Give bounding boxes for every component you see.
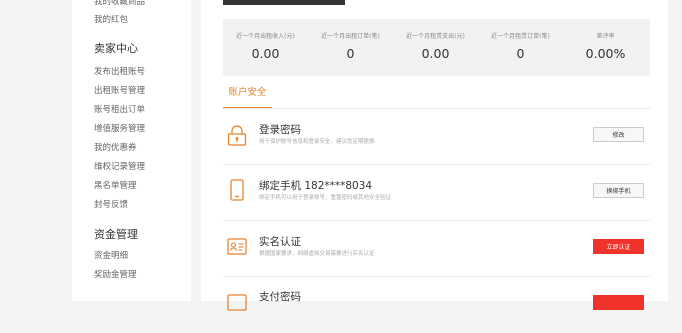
stat-label: 近一个月租赁订单(笔): [491, 33, 550, 40]
sidebar-item-rights-records[interactable]: 维权记录管理: [94, 161, 145, 173]
security-row-real-name: 实名认证 根据国家要求，网络虚拟交易需要进行实名认证 立即认证: [223, 221, 650, 277]
tab-account-security[interactable]: 账户安全: [223, 83, 272, 109]
row-title: 登录密码: [259, 124, 301, 136]
sidebar-heading-seller-center: 卖家中心: [94, 42, 138, 55]
stat-label: 差评率: [596, 33, 615, 40]
row-title: 绑定手机 182****8034: [259, 180, 373, 192]
sidebar-item-ban-feedback[interactable]: 封号反馈: [94, 199, 128, 211]
stat-label: 近一个月出租订单(笔): [321, 33, 380, 40]
sidebar-item-account-management[interactable]: 出租账号管理: [94, 85, 145, 97]
stat-value: 0.00: [421, 46, 450, 61]
stat-bad-review-rate: 差评率 0.00%: [563, 19, 648, 76]
payment-password-button[interactable]: [593, 295, 644, 310]
main-panel: 近一个月出租收入(元) 0.00 近一个月出租订单(笔) 0 近一个月租赁支出(…: [201, 0, 668, 311]
change-phone-button[interactable]: 换绑手机: [593, 183, 644, 198]
sidebar-item-value-added-services[interactable]: 增值服务管理: [94, 123, 145, 135]
stat-value: 0: [516, 46, 525, 61]
stat-rent-orders: 近一个月出租订单(笔) 0: [308, 19, 393, 76]
stat-rent-income: 近一个月出租收入(元) 0.00: [223, 19, 308, 76]
stat-value: 0.00%: [585, 46, 626, 61]
sidebar-item-publish-account[interactable]: 发布出租账号: [94, 66, 145, 78]
security-row-bind-phone: 绑定手机 182****8034 绑定手机可以用于登录账号，重置密码或其他安全验…: [223, 165, 650, 221]
stat-label: 近一个月出租收入(元): [236, 33, 295, 40]
sidebar-item-blacklist[interactable]: 黑名单管理: [94, 180, 137, 192]
payment-password-icon: [227, 292, 247, 314]
row-desc: 根据国家要求，网络虚拟交易需要进行实名认证: [259, 251, 375, 257]
row-desc: 绑定手机可以用于登录账号，重置密码或其他安全验证: [259, 195, 392, 201]
sidebar-item-coupons[interactable]: 我的优惠券: [94, 142, 137, 154]
stat-label: 近一个月租赁支出(元): [406, 33, 465, 40]
modify-password-button[interactable]: 修改: [593, 127, 644, 142]
top-dark-bar: [223, 0, 345, 5]
sidebar-item-favorite-goods[interactable]: 我的收藏商品: [94, 0, 145, 8]
row-title: 实名认证: [259, 236, 301, 248]
sidebar-item-fund-details[interactable]: 资金明细: [94, 250, 128, 262]
phone-icon: [227, 179, 247, 201]
sidebar: 我的收藏商品 我的红包 卖家中心 发布出租账号 出租账号管理 账号租出订单 增值…: [72, 0, 191, 301]
security-row-login-password: 登录密码 用于保护账号信息和登录安全，建议您定期更换 修改: [223, 109, 650, 165]
stat-value: 0.00: [251, 46, 280, 61]
verify-now-button[interactable]: 立即认证: [593, 239, 644, 254]
security-row-payment-password: 支付密码: [223, 277, 650, 333]
id-card-icon: [227, 236, 247, 258]
stat-value: 0: [346, 46, 355, 61]
sidebar-item-rent-orders[interactable]: 账号租出订单: [94, 104, 145, 116]
stats-panel: 近一个月出租收入(元) 0.00 近一个月出租订单(笔) 0 近一个月租赁支出(…: [223, 19, 650, 76]
sidebar-item-reward-management[interactable]: 奖励金管理: [94, 269, 137, 281]
row-title: 支付密码: [259, 291, 301, 303]
row-desc: 用于保护账号信息和登录安全，建议您定期更换: [259, 139, 375, 145]
stat-lease-orders: 近一个月租赁订单(笔) 0: [478, 19, 563, 76]
lock-icon: [227, 125, 247, 147]
sidebar-heading-funds: 资金管理: [94, 228, 138, 241]
stat-lease-expense: 近一个月租赁支出(元) 0.00: [393, 19, 478, 76]
sidebar-item-red-packet[interactable]: 我的红包: [94, 14, 128, 26]
